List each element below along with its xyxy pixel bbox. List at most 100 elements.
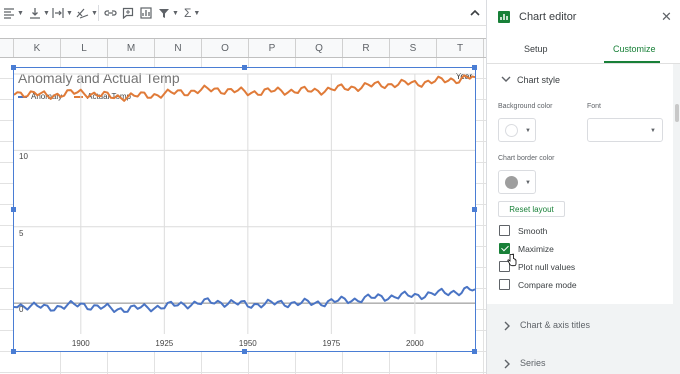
grid-column-line xyxy=(483,58,484,374)
functions-button[interactable]: Σ ▼ xyxy=(184,3,200,23)
insert-chart-button[interactable] xyxy=(140,3,152,23)
scrollbar-thumb[interactable] xyxy=(675,104,679,122)
comment-icon xyxy=(122,7,134,19)
resize-handle[interactable] xyxy=(472,207,477,212)
chart-container[interactable]: Anomaly and Actual Temp Anomaly Actual T… xyxy=(11,65,477,354)
column-header-o[interactable]: O xyxy=(202,39,249,57)
column-header-l[interactable]: L xyxy=(61,39,108,57)
series-section[interactable]: Series xyxy=(487,349,673,374)
chevron-right-icon xyxy=(503,321,511,333)
resize-handle[interactable] xyxy=(242,349,247,354)
column-header-s[interactable]: S xyxy=(390,39,437,57)
vertical-align-button[interactable]: ▼ xyxy=(29,3,50,23)
text-wrap-icon xyxy=(52,8,64,18)
filter-icon xyxy=(159,9,169,18)
row-number-header xyxy=(0,39,14,57)
insert-chart-icon xyxy=(140,7,152,19)
formatting-toolbar: ▼ ▼ ▼ ▼ ▼ Σ ▼ xyxy=(0,0,486,26)
column-header-n[interactable]: N xyxy=(155,39,202,57)
collapse-toolbar-button[interactable] xyxy=(470,3,480,23)
editor-tabs: Setup Customize xyxy=(487,36,680,64)
column-header-k[interactable]: K xyxy=(14,39,61,57)
text-rotate-icon xyxy=(76,8,89,19)
hand-cursor-icon xyxy=(507,253,517,267)
column-header-p[interactable]: P xyxy=(249,39,296,57)
smooth-option[interactable]: Smooth xyxy=(499,225,547,236)
filter-button[interactable]: ▼ xyxy=(158,3,179,23)
column-header-r[interactable]: R xyxy=(343,39,390,57)
link-icon xyxy=(104,10,117,16)
resize-handle[interactable] xyxy=(472,65,477,70)
horizontal-align-button[interactable]: ▼ xyxy=(3,3,24,23)
panel-scrollbar[interactable] xyxy=(674,64,680,374)
column-header-m[interactable]: M xyxy=(108,39,155,57)
chevron-right-icon xyxy=(503,359,511,371)
section-title-chart-axis-titles: Chart & axis titles xyxy=(520,320,591,330)
collapse-icon xyxy=(470,9,480,16)
chart-editor-panel: Chart editor ✕ Setup Customize Chart sty… xyxy=(486,0,680,374)
x-tick-label: 1900 xyxy=(71,339,90,348)
chart-icon xyxy=(498,11,510,23)
close-icon[interactable]: ✕ xyxy=(661,10,672,23)
y-tick-label: 5 xyxy=(19,228,24,238)
chart-editor-title: Chart editor xyxy=(519,11,577,23)
resize-handle[interactable] xyxy=(11,207,16,212)
chevron-down-icon: ▼ xyxy=(525,180,531,186)
x-tick-label: 1925 xyxy=(155,339,174,348)
chevron-down-icon: ▼ xyxy=(91,9,98,17)
x-tick-label: 2000 xyxy=(405,339,424,348)
tab-customize[interactable]: Customize xyxy=(613,44,656,54)
section-title-series: Series xyxy=(520,358,546,368)
chart-style-section: Chart style Background color ▼ Font ▼ Ch… xyxy=(487,64,673,304)
chevron-down-icon: ▼ xyxy=(172,9,179,17)
compare-mode-checkbox[interactable] xyxy=(499,279,510,290)
vertical-align-icon xyxy=(30,8,40,19)
insert-comment-button[interactable] xyxy=(122,3,134,23)
column-header-t[interactable]: T xyxy=(437,39,484,57)
chevron-down-icon: ▼ xyxy=(525,128,531,134)
text-wrap-button[interactable]: ▼ xyxy=(52,3,73,23)
insert-link-button[interactable] xyxy=(104,3,117,23)
resize-handle[interactable] xyxy=(472,349,477,354)
series-line-anomaly xyxy=(14,285,475,313)
y-tick-label: 0 xyxy=(19,305,24,315)
background-color-picker[interactable]: ▼ xyxy=(498,118,536,142)
resize-handle[interactable] xyxy=(242,65,247,70)
chart-plot-area xyxy=(14,73,475,334)
maximize-label: Maximize xyxy=(518,243,554,254)
y-tick-label: 10 xyxy=(19,152,28,162)
smooth-label: Smooth xyxy=(518,225,548,236)
chart-axis-titles-section[interactable]: Chart & axis titles xyxy=(487,311,673,341)
column-header-q[interactable]: Q xyxy=(296,39,343,57)
chevron-down-icon: ▼ xyxy=(650,128,656,134)
functions-icon: Σ xyxy=(184,6,192,20)
section-title-chart-style[interactable]: Chart style xyxy=(517,75,560,85)
active-tab-indicator xyxy=(604,61,660,63)
color-swatch xyxy=(505,124,518,137)
chevron-down-icon: ▼ xyxy=(193,9,201,17)
x-tick-label: 1975 xyxy=(322,339,341,348)
series-line-actual-temp xyxy=(14,74,475,102)
toolbar-divider xyxy=(98,5,99,21)
grid-row-line xyxy=(0,372,486,373)
border-color-label: Chart border color xyxy=(498,155,555,162)
border-color-picker[interactable]: ▼ xyxy=(498,170,536,194)
font-label: Font xyxy=(587,103,602,110)
chart-editor-header: Chart editor ✕ xyxy=(487,0,680,36)
spreadsheet-app: ▼ ▼ ▼ ▼ ▼ Σ ▼ K L M N O P Q R S T Anomal… xyxy=(0,0,680,374)
resize-handle[interactable] xyxy=(11,349,16,354)
chevron-down-icon[interactable] xyxy=(501,75,511,85)
font-dropdown[interactable]: ▼ xyxy=(587,118,663,142)
chevron-down-icon: ▼ xyxy=(43,9,50,17)
text-rotation-button[interactable]: ▼ xyxy=(76,3,98,23)
resize-handle[interactable] xyxy=(11,65,16,70)
color-swatch xyxy=(505,176,518,189)
reset-layout-button[interactable]: Reset layout xyxy=(498,201,565,217)
column-header-row: KLMNOPQRST xyxy=(0,38,486,58)
chevron-down-icon: ▼ xyxy=(17,9,24,17)
smooth-checkbox[interactable] xyxy=(499,225,510,236)
plot-null-values-label: Plot null values xyxy=(518,261,576,272)
background-color-label: Background color xyxy=(498,103,553,110)
compare-mode-option[interactable]: Compare mode xyxy=(499,279,577,290)
tab-setup[interactable]: Setup xyxy=(524,44,548,54)
